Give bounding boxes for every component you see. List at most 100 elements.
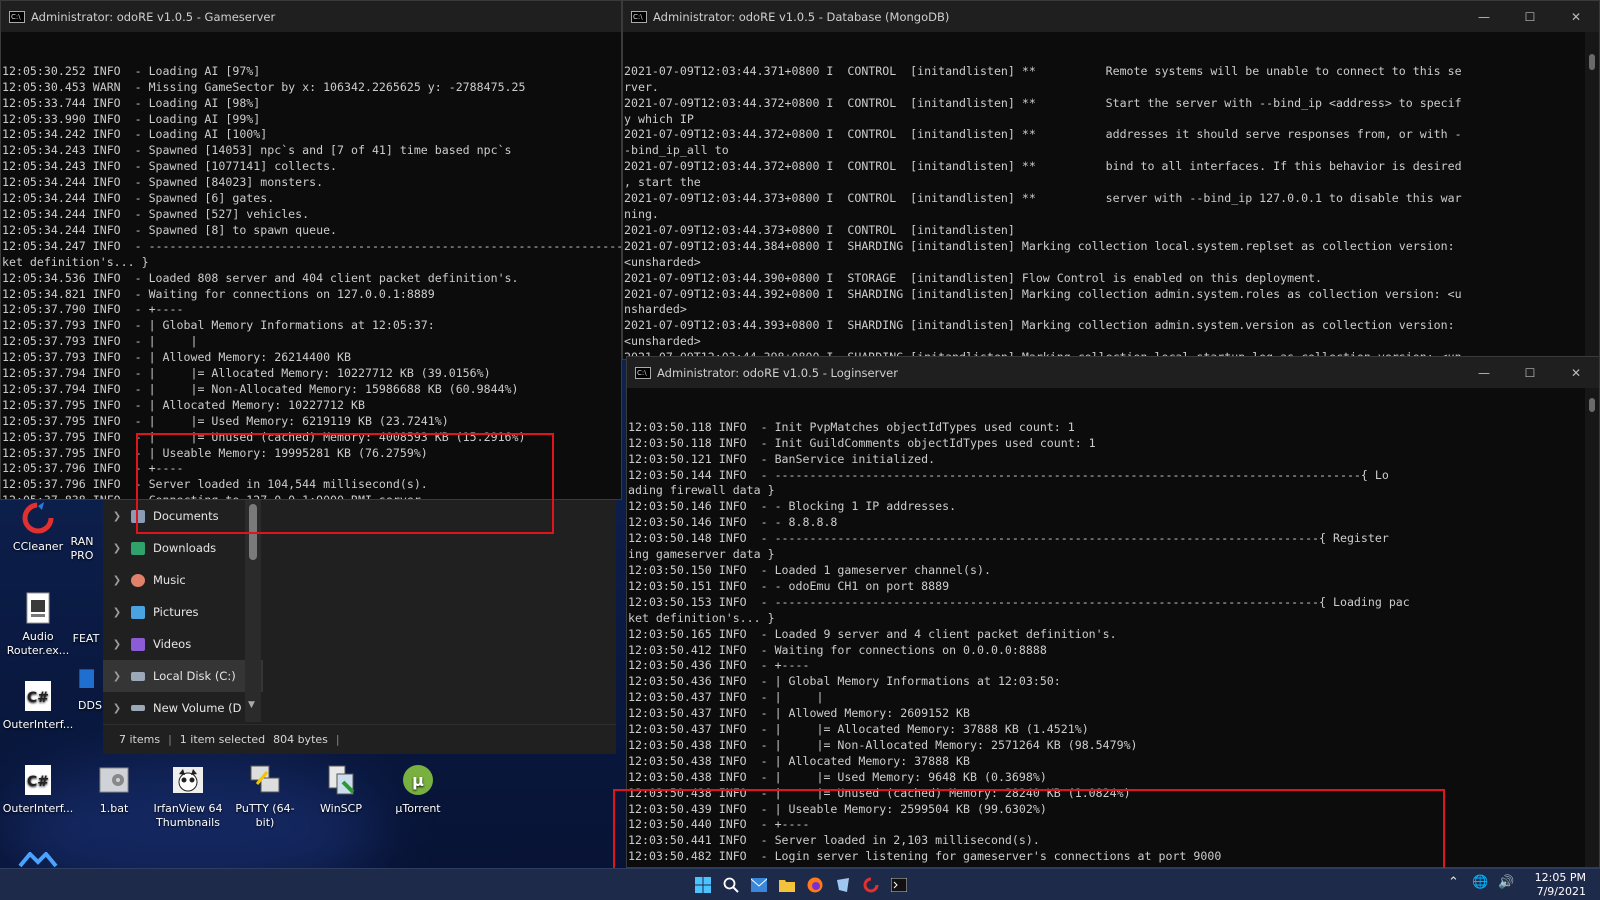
window-titlebar[interactable]: C:\ Administrator: odoRE v1.0.5 - Databa…: [623, 1, 1599, 32]
nav-item-music[interactable]: ❯ Music: [103, 564, 263, 596]
console-line: 12:05:37.795 INFO - | Useable Memory: 19…: [2, 445, 428, 460]
documents-icon: [131, 509, 145, 523]
firefox-icon[interactable]: [806, 876, 824, 894]
desktop-icon-utorrent[interactable]: µ µTorrent: [382, 762, 454, 816]
start-icon[interactable]: [694, 876, 712, 894]
console-line: 12:03:50.438 INFO - | |= Unused (cached)…: [628, 785, 1131, 800]
desktop-icon-winscp[interactable]: WinSCP: [305, 762, 377, 816]
console-line: 2021-07-09T12:03:44.384+0800 I SHARDING …: [624, 238, 1455, 253]
app-icon[interactable]: [834, 876, 852, 894]
console-line: 12:03:50.436 INFO - | Global Memory Info…: [628, 674, 1061, 689]
desktop-icon-outerinterf-2[interactable]: C# OuterInterf...: [2, 762, 74, 816]
close-button[interactable]: ✕: [1553, 1, 1599, 32]
volume-icon[interactable]: 🔊: [1498, 875, 1514, 890]
console-scrollbar[interactable]: [1585, 32, 1599, 359]
desktop-icon-feat[interactable]: FEAT: [66, 632, 106, 646]
terminal-icon[interactable]: [890, 876, 908, 894]
console-line: ning.: [624, 206, 659, 221]
console-line: y which IP: [624, 111, 694, 126]
console-line: 2021-07-09T12:03:44.373+0800 I CONTROL […: [624, 222, 1015, 237]
console-line: , start the: [624, 175, 701, 190]
audio-router-icon: [26, 592, 50, 624]
window-titlebar[interactable]: C:\ Administrator: odoRE v1.0.5 - Gamese…: [1, 1, 621, 32]
minimize-button[interactable]: —: [1461, 357, 1507, 388]
console-line: 12:03:50.437 INFO - | |= Allocated Memor…: [628, 722, 1089, 737]
window-title: Administrator: odoRE v1.0.5 - Gameserver: [31, 9, 276, 24]
gameserver-console-window[interactable]: C:\ Administrator: odoRE v1.0.5 - Gamese…: [0, 0, 622, 500]
console-app-icon: C:\: [635, 366, 651, 379]
console-line: 12:05:37.790 INFO - +----: [2, 302, 184, 317]
search-icon[interactable]: [722, 876, 740, 894]
console-line: 12:05:37.796 INFO - +----: [2, 461, 184, 476]
console-line: 12:03:50.482 INFO - Login server listeni…: [628, 849, 1222, 864]
desktop-icon-putty[interactable]: PuTTY (64-bit): [229, 762, 301, 830]
console-line: 12:03:50.146 INFO - - 8.8.8.8: [628, 515, 838, 530]
maximize-button[interactable]: ☐: [1507, 357, 1553, 388]
chevron-right-icon[interactable]: ❯: [103, 543, 131, 554]
console-line: 12:03:50.412 INFO - Waiting for connecti…: [628, 642, 1047, 657]
csharp-file-icon: C#: [25, 765, 51, 795]
network-icon[interactable]: 🌐: [1472, 875, 1488, 890]
console-line: 12:03:50.437 INFO - | Allowed Memory: 26…: [628, 706, 971, 721]
scroll-down-icon[interactable]: ▼: [248, 700, 255, 710]
nav-item-downloads[interactable]: ❯ Downloads: [103, 532, 263, 564]
desktop-icon-irfanview[interactable]: IrfanView 64 Thumbnails: [152, 762, 224, 830]
desktop-icon-ran-pro[interactable]: RAN PRO: [60, 535, 104, 563]
console-line: 12:05:34.242 INFO - Loading AI [100%]: [2, 127, 268, 142]
chevron-right-icon[interactable]: ❯: [103, 671, 131, 682]
desktop-icon-outerinterf-1[interactable]: C# OuterInterf...: [2, 678, 74, 732]
file-explorer-icon[interactable]: [778, 876, 796, 894]
nav-item-local-disk-c[interactable]: ❯ Local Disk (C:): [103, 660, 263, 692]
console-line: 12:05:34.243 INFO - Spawned [14053] npc`…: [2, 143, 512, 158]
console-lines: 12:03:50.118 INFO - Init PvpMatches obje…: [628, 420, 1585, 867]
loginserver-console-window[interactable]: C:\ Administrator: odoRE v1.0.5 - Logins…: [626, 356, 1600, 868]
console-line: -bind_ip_all to: [624, 143, 729, 158]
status-size: 804 bytes: [273, 733, 328, 746]
file-explorer-window[interactable]: ❯ Documents ❯ Downloads ❯ Music ❯ Pictur…: [103, 500, 616, 754]
nav-pane-scrollbar[interactable]: ▼: [245, 500, 261, 722]
console-line: 12:03:50.439 INFO - | Useable Memory: 25…: [628, 801, 1047, 816]
console-line: 12:03:50.118 INFO - Init GuildComments o…: [628, 435, 1096, 450]
console-line: 12:05:37.793 INFO - | Global Memory Info…: [2, 318, 435, 333]
chevron-right-icon[interactable]: ❯: [103, 575, 131, 586]
scrollbar-thumb[interactable]: [249, 504, 257, 560]
console-line: 12:05:37.795 INFO - | |= Used Memory: 62…: [2, 413, 449, 428]
window-titlebar[interactable]: C:\ Administrator: odoRE v1.0.5 - Logins…: [627, 357, 1599, 388]
chevron-right-icon[interactable]: ❯: [103, 703, 131, 714]
desktop-icon-audio-router[interactable]: Audio Router.ex...: [2, 590, 74, 658]
scrollbar-thumb[interactable]: [1589, 54, 1595, 70]
chevron-right-icon[interactable]: ❯: [103, 511, 131, 522]
console-line: 12:05:30.252 INFO - Loading AI [97%]: [2, 63, 261, 78]
console-scrollbar[interactable]: [1585, 388, 1599, 867]
chevron-up-icon[interactable]: ⌃: [1448, 875, 1459, 890]
console-line: 12:05:37.794 INFO - | |= Allocated Memor…: [2, 366, 491, 381]
console-line: 12:03:50.441 INFO - Server loaded in 2,1…: [628, 833, 1040, 848]
console-line: 2021-07-09T12:03:44.393+0800 I SHARDING …: [624, 318, 1455, 333]
console-line: 12:05:37.838 INFO - Connecting to 127.0.…: [2, 493, 621, 499]
console-line: <unsharded>: [624, 254, 701, 269]
console-line: 12:03:50.146 INFO - - Blocking 1 IP addr…: [628, 499, 957, 514]
close-button[interactable]: ✕: [1553, 357, 1599, 388]
console-line: 12:05:34.244 INFO - Spawned [6] gates.: [2, 191, 275, 206]
console-line: 12:05:37.794 INFO - | |= Non-Allocated M…: [2, 381, 519, 396]
nav-item-documents[interactable]: ❯ Documents: [103, 500, 263, 532]
taskbar-clock[interactable]: 12:05 PM 7/9/2021: [1535, 871, 1586, 899]
console-line: 12:05:34.243 INFO - Spawned [1077141] co…: [2, 159, 338, 174]
nav-item-videos[interactable]: ❯ Videos: [103, 628, 263, 660]
ccleaner-icon[interactable]: [862, 876, 880, 894]
console-line: 12:03:50.151 INFO - - odoEmu CH1 on port…: [628, 578, 950, 593]
chevron-right-icon[interactable]: ❯: [103, 639, 131, 650]
nav-item-new-volume-d[interactable]: ❯ New Volume (D: [103, 692, 263, 724]
chevron-right-icon[interactable]: ❯: [103, 607, 131, 618]
console-line: 2021-07-09T12:03:44.371+0800 I CONTROL […: [624, 63, 1462, 78]
console-app-icon: C:\: [9, 10, 25, 23]
database-console-window[interactable]: C:\ Administrator: odoRE v1.0.5 - Databa…: [622, 0, 1600, 360]
scrollbar-thumb[interactable]: [1589, 398, 1595, 412]
console-line: 2021-07-09T12:03:44.372+0800 I CONTROL […: [624, 127, 1462, 142]
mail-icon[interactable]: [750, 876, 768, 894]
console-line: 12:05:37.938 INFO - Gameserver [odoEmu C…: [628, 865, 1585, 867]
minimize-button[interactable]: —: [1461, 1, 1507, 32]
nav-item-pictures[interactable]: ❯ Pictures: [103, 596, 263, 628]
desktop-icon-1bat[interactable]: 1.bat: [78, 762, 150, 816]
maximize-button[interactable]: ☐: [1507, 1, 1553, 32]
